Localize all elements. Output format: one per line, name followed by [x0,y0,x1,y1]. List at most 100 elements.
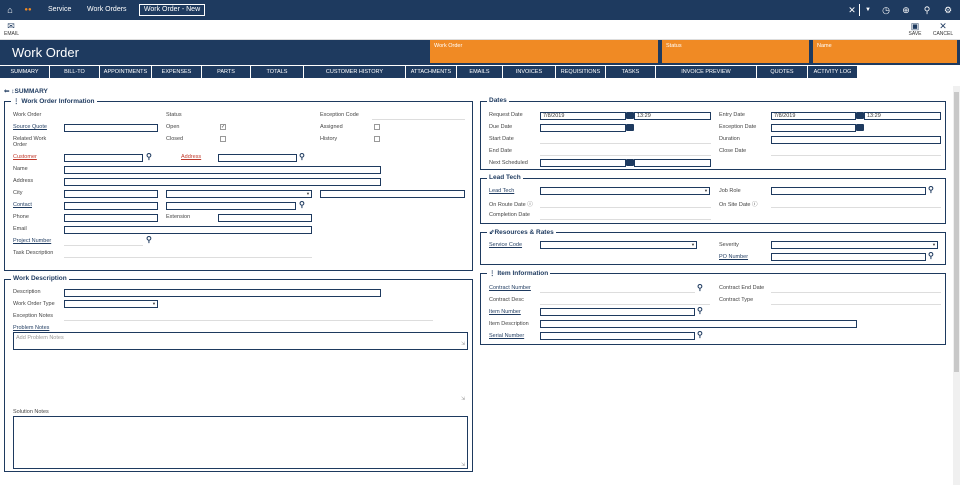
job-role-search-icon[interactable]: ⚲ [928,186,934,194]
tab-totals[interactable]: TOTALS [251,66,304,78]
po-number-input[interactable] [771,253,926,261]
due-date-input[interactable] [540,124,626,132]
solution-notes-textarea[interactable] [13,416,468,469]
tab-appointments[interactable]: APPOINTMENTS [100,66,152,78]
name-input[interactable] [64,166,381,174]
contact-name-input[interactable] [166,202,296,210]
resize-grip-icon[interactable]: ⇲ [461,342,465,347]
city-input[interactable] [64,190,158,198]
zip-input[interactable] [320,190,465,198]
customer-link[interactable]: Customer [13,154,37,160]
tab-invoice-preview[interactable]: INVOICE PREVIEW [656,66,757,78]
state-select[interactable]: ▼ [166,190,312,198]
open-checkbox[interactable]: ✓ [220,124,226,130]
email-button[interactable]: ✉ EMAIL [4,21,19,37]
address-lookup-input[interactable] [218,154,297,162]
contact-link[interactable]: Contact [13,202,32,208]
save-button[interactable]: ▣ SAVE [906,21,924,37]
po-search-icon[interactable]: ⚲ [928,252,934,260]
service-code-select[interactable]: ▼ [540,241,697,249]
customer-input[interactable] [64,154,143,162]
tab-tasks[interactable]: TASKS [606,66,656,78]
item-number-link[interactable]: Item Number [489,309,521,315]
calendar-icon[interactable] [626,159,634,166]
alarm-icon[interactable]: ◷ [880,4,892,16]
tab-attachments[interactable]: ATTACHMENTS [406,66,457,78]
item-search-icon[interactable]: ⚲ [697,307,703,315]
entry-date-input[interactable]: 7/8/2019 [771,112,856,120]
severity-select[interactable]: ▼ [771,241,938,249]
add-icon[interactable]: ⊕ [900,4,912,16]
gear-icon[interactable]: ⚙ [942,4,954,16]
calendar-icon[interactable] [626,112,634,119]
resize-grip-icon[interactable]: ⇲ [461,397,465,402]
serial-number-link[interactable]: Serial Number [489,333,524,339]
request-date-input[interactable]: 7/8/2019 [540,112,626,120]
apps-icon[interactable]: ●● [22,4,34,16]
work-order-type-select[interactable]: ▼ [64,300,158,308]
tab-summary[interactable]: SUMMARY [0,66,50,78]
resize-grip-icon[interactable]: ⇲ [461,463,465,468]
project-search-icon[interactable]: ⚲ [146,236,152,244]
tab-requisitions[interactable]: REQUISITIONS [556,66,606,78]
phone-input[interactable] [64,214,158,222]
contract-number-field[interactable] [540,292,695,293]
tab-invoices[interactable]: INVOICES [503,66,556,78]
duration-input[interactable] [771,136,941,144]
problem-notes-link[interactable]: Problem Notes [13,325,49,331]
request-time-input[interactable]: 13:29 [634,112,711,120]
contact-input[interactable] [64,202,158,210]
item-number-input[interactable] [540,308,695,316]
calendar-icon[interactable] [856,112,864,119]
tab-parts[interactable]: PARTS [202,66,251,78]
summary-section-toggle[interactable]: ⇐ ↕SUMMARY [4,87,48,95]
item-description-input[interactable] [540,320,857,328]
address-search-icon[interactable]: ⚲ [299,153,305,161]
po-number-link[interactable]: PO Number [719,254,748,260]
home-icon[interactable]: ⌂ [4,4,16,16]
close-icon[interactable]: ✕ [846,4,858,16]
nav-work-orders[interactable]: Work Orders [87,6,127,13]
description-input[interactable] [64,289,381,297]
tab-activity-log[interactable]: ACTIVITY LOG [808,66,858,78]
search-icon[interactable]: ⚲ [921,4,933,16]
source-quote-input[interactable] [64,124,158,132]
tab-expenses[interactable]: EXPENSES [152,66,202,78]
problem-notes-textarea[interactable]: Add Problem Notes [13,332,468,350]
cancel-button[interactable]: ✕ CANCEL [931,21,955,37]
chevron-down-icon[interactable]: ▼ [862,4,874,16]
serial-search-icon[interactable]: ⚲ [697,331,703,339]
scrollbar-thumb[interactable] [954,92,959,372]
tab-emails[interactable]: EMAILS [457,66,503,78]
calendar-icon[interactable] [856,124,864,131]
source-quote-link[interactable]: Source Quote [13,124,47,130]
contract-search-icon[interactable]: ⚲ [697,284,703,292]
tab-bill-to[interactable]: BILL-TO [50,66,100,78]
nav-service[interactable]: Service [48,6,71,13]
lead-tech-select[interactable]: ▼ [540,187,710,195]
assigned-checkbox[interactable] [374,124,380,130]
exception-date-input[interactable] [771,124,856,132]
tab-quotes[interactable]: QUOTES [757,66,808,78]
contract-number-link[interactable]: Contract Number [489,285,531,291]
serial-number-input[interactable] [540,332,695,340]
history-checkbox[interactable] [374,136,380,142]
job-role-input[interactable] [771,187,926,195]
project-number-link[interactable]: Project Number [13,238,51,244]
tab-work-order-new[interactable]: Work Order - New [139,4,205,16]
closed-checkbox[interactable] [220,136,226,142]
email-input[interactable] [64,226,312,234]
address-link[interactable]: Address [181,154,201,160]
calendar-icon[interactable] [626,124,634,131]
entry-time-input[interactable]: 13:29 [864,112,941,120]
address-input[interactable] [64,178,381,186]
customer-search-icon[interactable]: ⚲ [146,153,152,161]
project-number-field[interactable] [64,245,143,246]
tab-customer-history[interactable]: CUSTOMER HISTORY [304,66,406,78]
lead-tech-link[interactable]: Lead Tech [489,188,514,194]
extension-input[interactable] [218,214,312,222]
contact-search-icon[interactable]: ⚲ [299,201,305,209]
next-scheduled-time-input[interactable] [634,159,711,167]
service-code-link[interactable]: Service Code [489,242,522,248]
next-scheduled-input[interactable] [540,159,626,167]
